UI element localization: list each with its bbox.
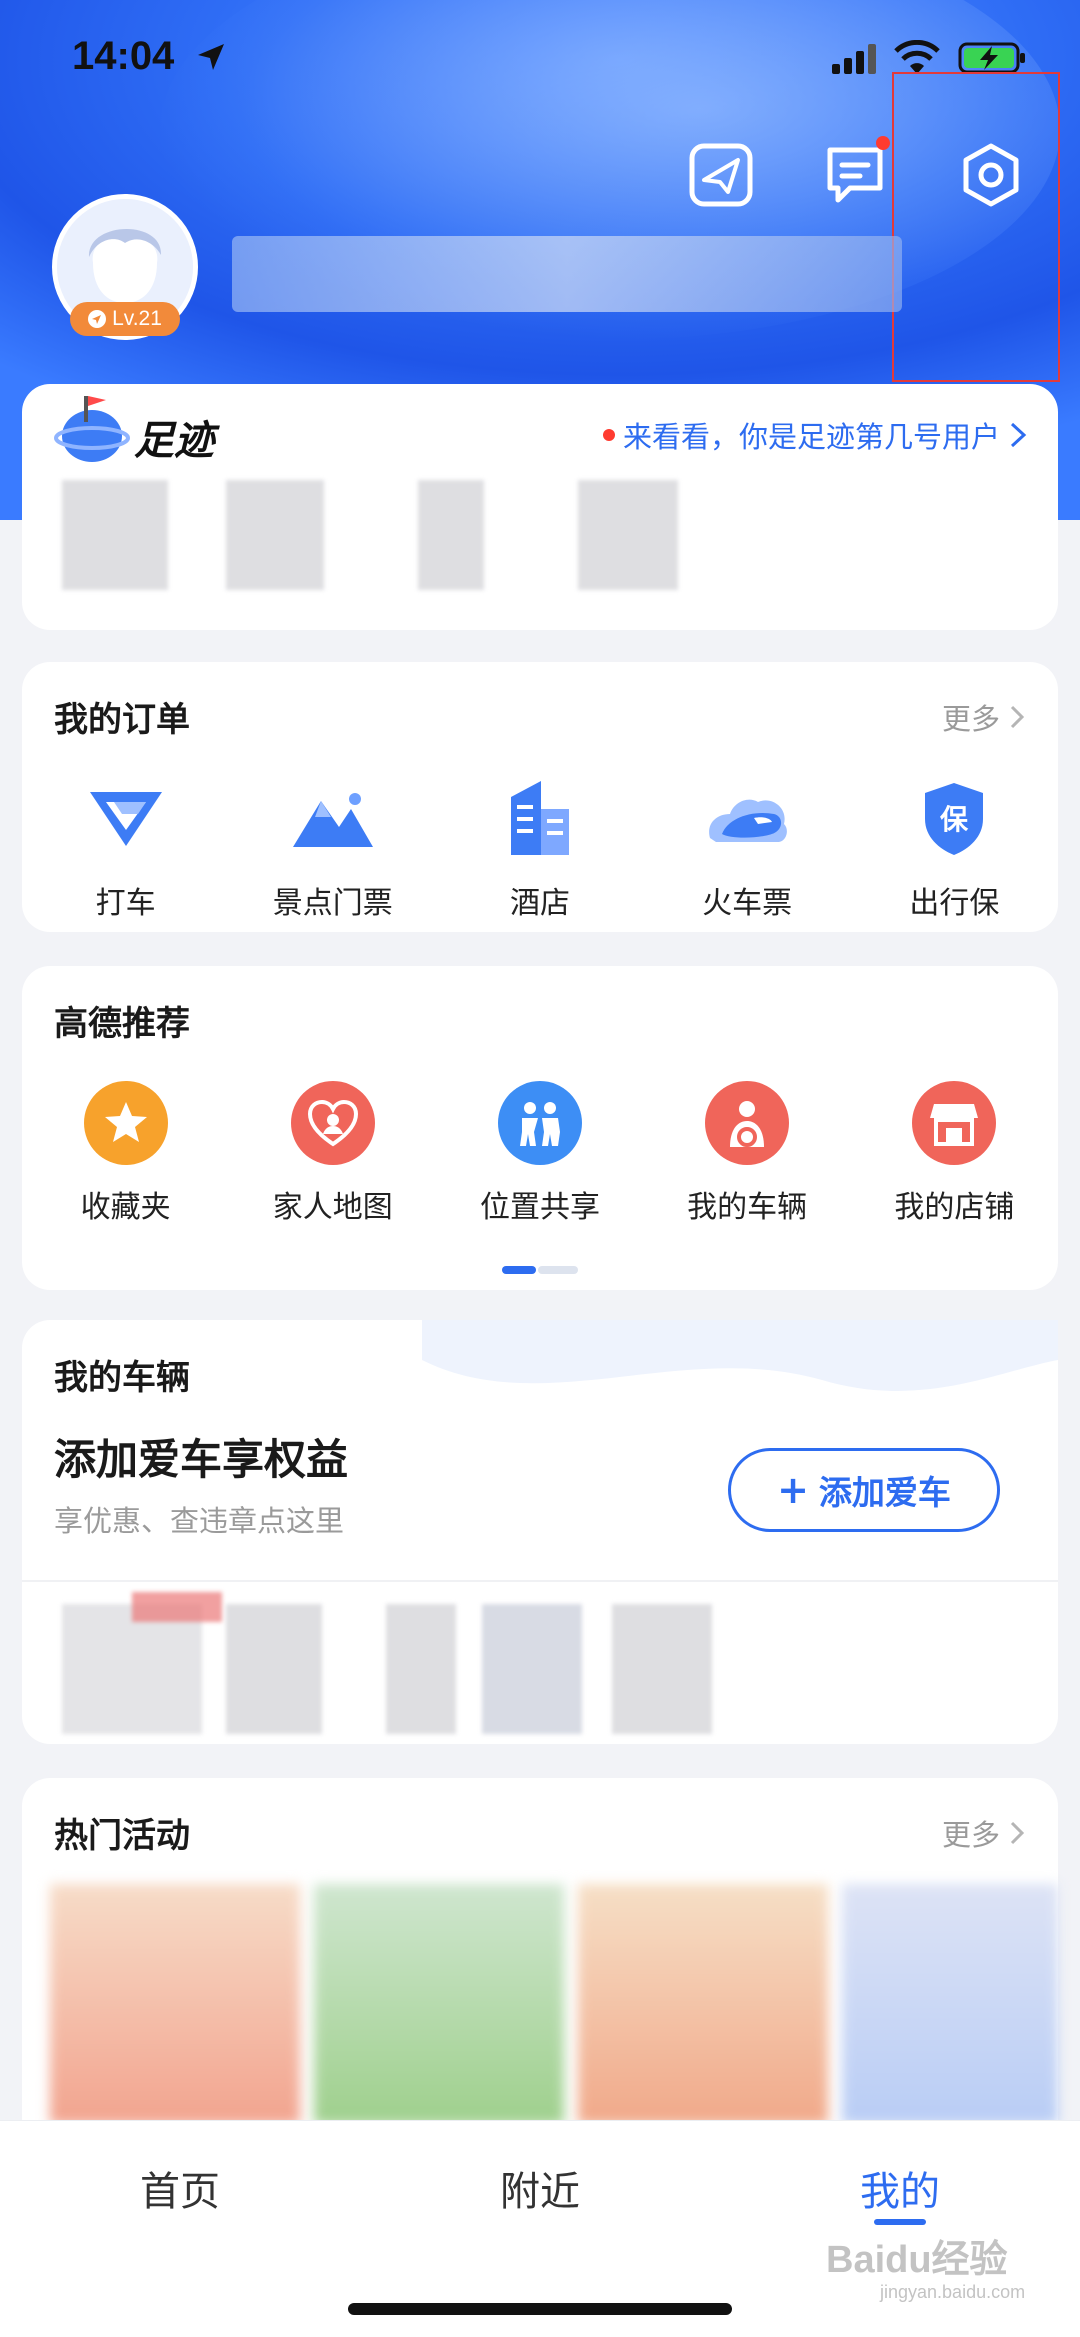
mountain-icon [288,774,378,864]
blurred-activity-banner[interactable] [578,1884,828,2124]
taxi-icon [81,774,171,864]
cellular-signal-icon [832,44,876,74]
watermark-url: jingyan.baidu.com [880,2282,1026,2302]
orders-card: 我的订单 更多 打车 景点门票 酒店 火车票 保 出行保 [22,662,1058,932]
settings-highlight-annotation [892,72,1060,382]
order-insurance[interactable]: 保 出行保 [864,774,1044,922]
family-heart-icon [290,1081,375,1165]
vehicle-title: 我的车辆 [54,1358,190,1398]
order-label: 景点门票 [272,886,393,921]
chevron-right-icon [1010,705,1025,729]
red-dot [602,429,615,441]
blurred-stat [578,480,678,590]
page-dot-active [502,1266,536,1274]
tab-home[interactable]: 首页 [80,2159,280,2217]
page-indicator [502,1266,578,1274]
blurred-service [482,1604,582,1734]
tab-mine[interactable]: 我的 [800,2159,1000,2217]
blurred-stat [418,480,484,590]
unread-dot [876,136,890,150]
messages-button[interactable] [820,136,890,210]
divider [22,1580,1058,1582]
navigation-arrow-icon [88,310,107,328]
rec-label: 家人地图 [272,1190,393,1225]
blurred-service [612,1604,712,1734]
rec-label: 我的车辆 [687,1190,808,1225]
recommend-icon-row: 收藏夹 家人地图 位置共享 我的车辆 我的店铺 [22,1078,1058,1226]
more-label: 更多 [941,702,1000,736]
active-tab-indicator [874,2219,926,2225]
footprint-globe-icon [54,396,130,462]
hotel-building-icon [495,774,585,864]
level-text: Lv.21 [112,307,162,330]
order-label: 酒店 [509,886,570,921]
orders-icon-row: 打车 景点门票 酒店 火车票 保 出行保 [22,774,1058,922]
page-dot [538,1266,578,1274]
blurred-service [386,1604,456,1734]
blurred-badge [132,1592,222,1622]
footprint-card[interactable]: 足迹 来看看，你是足迹第几号用户 [22,384,1058,630]
rec-family-map[interactable]: 家人地图 [243,1078,423,1226]
blurred-activity-banner[interactable] [314,1884,564,2124]
add-car-label: 添加爱车 [818,1473,951,1512]
rec-my-shop[interactable]: 我的店铺 [864,1078,1044,1226]
add-car-button[interactable]: + 添加爱车 [728,1448,1000,1532]
train-icon [702,774,792,864]
rec-location-share[interactable]: 位置共享 [450,1078,630,1226]
status-time: 14:04 [72,34,175,78]
blurred-stat [62,480,168,590]
location-arrow-icon [198,44,224,70]
insurance-shield-icon: 保 [909,774,999,864]
level-badge: Lv.21 [70,302,180,336]
orders-title: 我的订单 [54,700,190,740]
vehicle-headline: 添加爱车享权益 [54,1435,349,1484]
chevron-right-icon [1010,422,1027,448]
plus-icon: + [777,1468,809,1512]
rec-label: 位置共享 [479,1190,600,1225]
more-label: 更多 [941,1818,1000,1852]
recommend-card: 高德推荐 收藏夹 家人地图 位置共享 我的车辆 我的店铺 [22,966,1058,1290]
rec-my-vehicle[interactable]: 我的车辆 [657,1078,837,1226]
order-tickets[interactable]: 景点门票 [243,774,423,922]
order-label: 出行保 [909,886,1000,921]
order-hotel[interactable]: 酒店 [450,774,630,922]
vehicle-card: 我的车辆 添加爱车享权益 享优惠、查违章点这里 + 添加爱车 [22,1320,1058,1744]
battery-charging-icon [958,42,1025,74]
blurred-service [62,1604,202,1734]
star-icon [83,1081,168,1165]
order-label: 火车票 [702,886,793,921]
tab-nearby[interactable]: 附近 [440,2159,640,2217]
order-taxi[interactable]: 打车 [36,774,216,922]
chevron-right-icon [1010,1821,1025,1845]
people-share-icon [497,1081,582,1165]
rec-label: 收藏夹 [80,1190,171,1225]
recommend-title: 高德推荐 [54,1004,190,1044]
paper-plane-icon [689,143,753,207]
home-indicator[interactable] [348,2303,732,2315]
footprint-prompt-text: 来看看，你是足迹第几号用户 [622,420,1000,454]
blurred-stat [226,480,324,590]
hot-title: 热门活动 [54,1816,190,1856]
rec-label: 我的店铺 [894,1190,1015,1225]
share-icon-button[interactable] [686,140,756,210]
blurred-activity-banner[interactable] [842,1884,1058,2124]
shop-icon [912,1081,997,1165]
order-label: 打车 [95,886,156,921]
wifi-icon [894,40,940,74]
blurred-activity-banner[interactable] [50,1884,300,2124]
vehicle-subtitle: 享优惠、查违章点这里 [54,1504,345,1538]
footprint-prompt-link[interactable]: 来看看，你是足迹第几号用户 [602,414,1028,456]
watermark-logo: Baidu经验 [826,2239,1008,2281]
driver-icon [705,1081,790,1165]
username-blurred [232,236,902,312]
orders-more-link[interactable]: 更多 [942,696,1026,738]
blurred-service [226,1604,322,1734]
rec-favorites[interactable]: 收藏夹 [36,1078,216,1226]
hot-more-link[interactable]: 更多 [942,1812,1026,1854]
wave-decoration [422,1320,1058,1391]
message-bubble-icon [827,147,883,203]
svg-text:保: 保 [940,803,969,836]
order-train[interactable]: 火车票 [657,774,837,922]
footprint-title: 足迹 [134,418,214,464]
